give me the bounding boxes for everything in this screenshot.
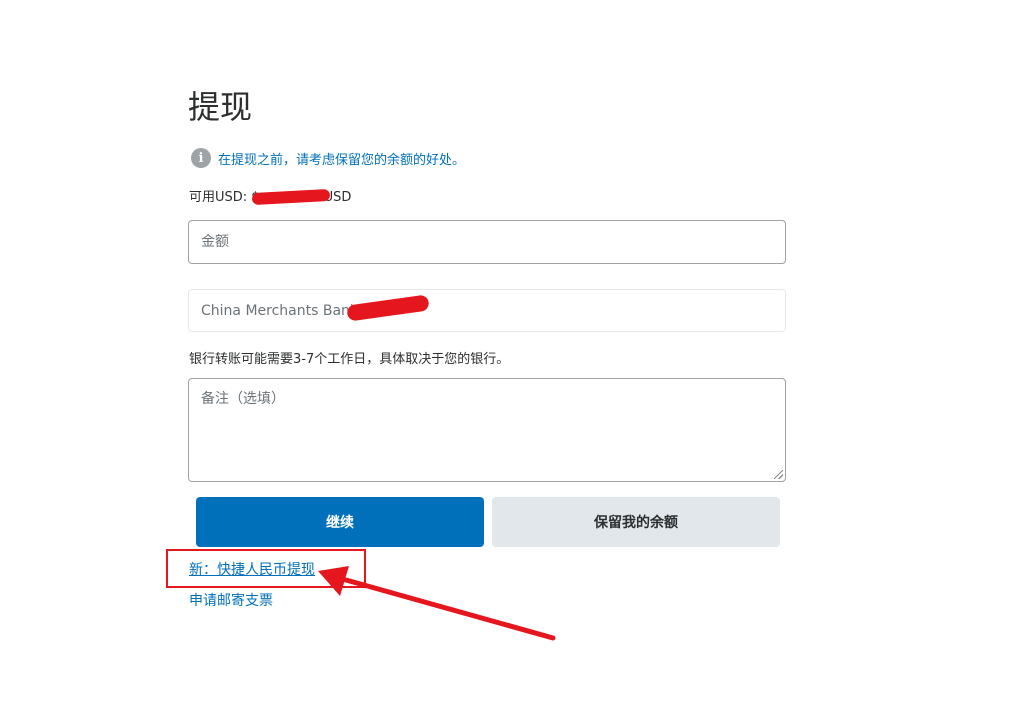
redaction-mark	[251, 188, 330, 205]
redaction-mark	[346, 294, 430, 322]
transfer-time-note: 银行转账可能需要3-7个工作日，具体取决于您的银行。	[189, 352, 510, 367]
mail-check-link[interactable]: 申请邮寄支票	[189, 590, 273, 610]
bank-account-select[interactable]: China Merchants Bank x-	[188, 289, 786, 332]
page-title: 提现	[188, 88, 253, 126]
annotation-highlight-box	[166, 549, 366, 588]
annotation-arrow-icon	[318, 566, 556, 641]
memo-field-container	[188, 378, 786, 482]
info-banner: i 在提现之前，请考虑保留您的余额的好处。	[191, 147, 465, 169]
balance-prefix: 可用USD: $	[189, 190, 260, 205]
resize-handle-icon[interactable]	[774, 470, 783, 479]
available-balance: 可用USD: $ USD	[189, 186, 351, 205]
info-text: 在提现之前，请考虑保留您的余额的好处。	[218, 152, 466, 168]
memo-textarea[interactable]	[189, 379, 785, 481]
amount-input[interactable]	[189, 221, 785, 263]
info-icon: i	[191, 148, 211, 168]
amount-field-container	[188, 220, 786, 264]
keep-balance-button[interactable]: 保留我的余额	[492, 497, 780, 547]
continue-button[interactable]: 继续	[196, 497, 484, 547]
